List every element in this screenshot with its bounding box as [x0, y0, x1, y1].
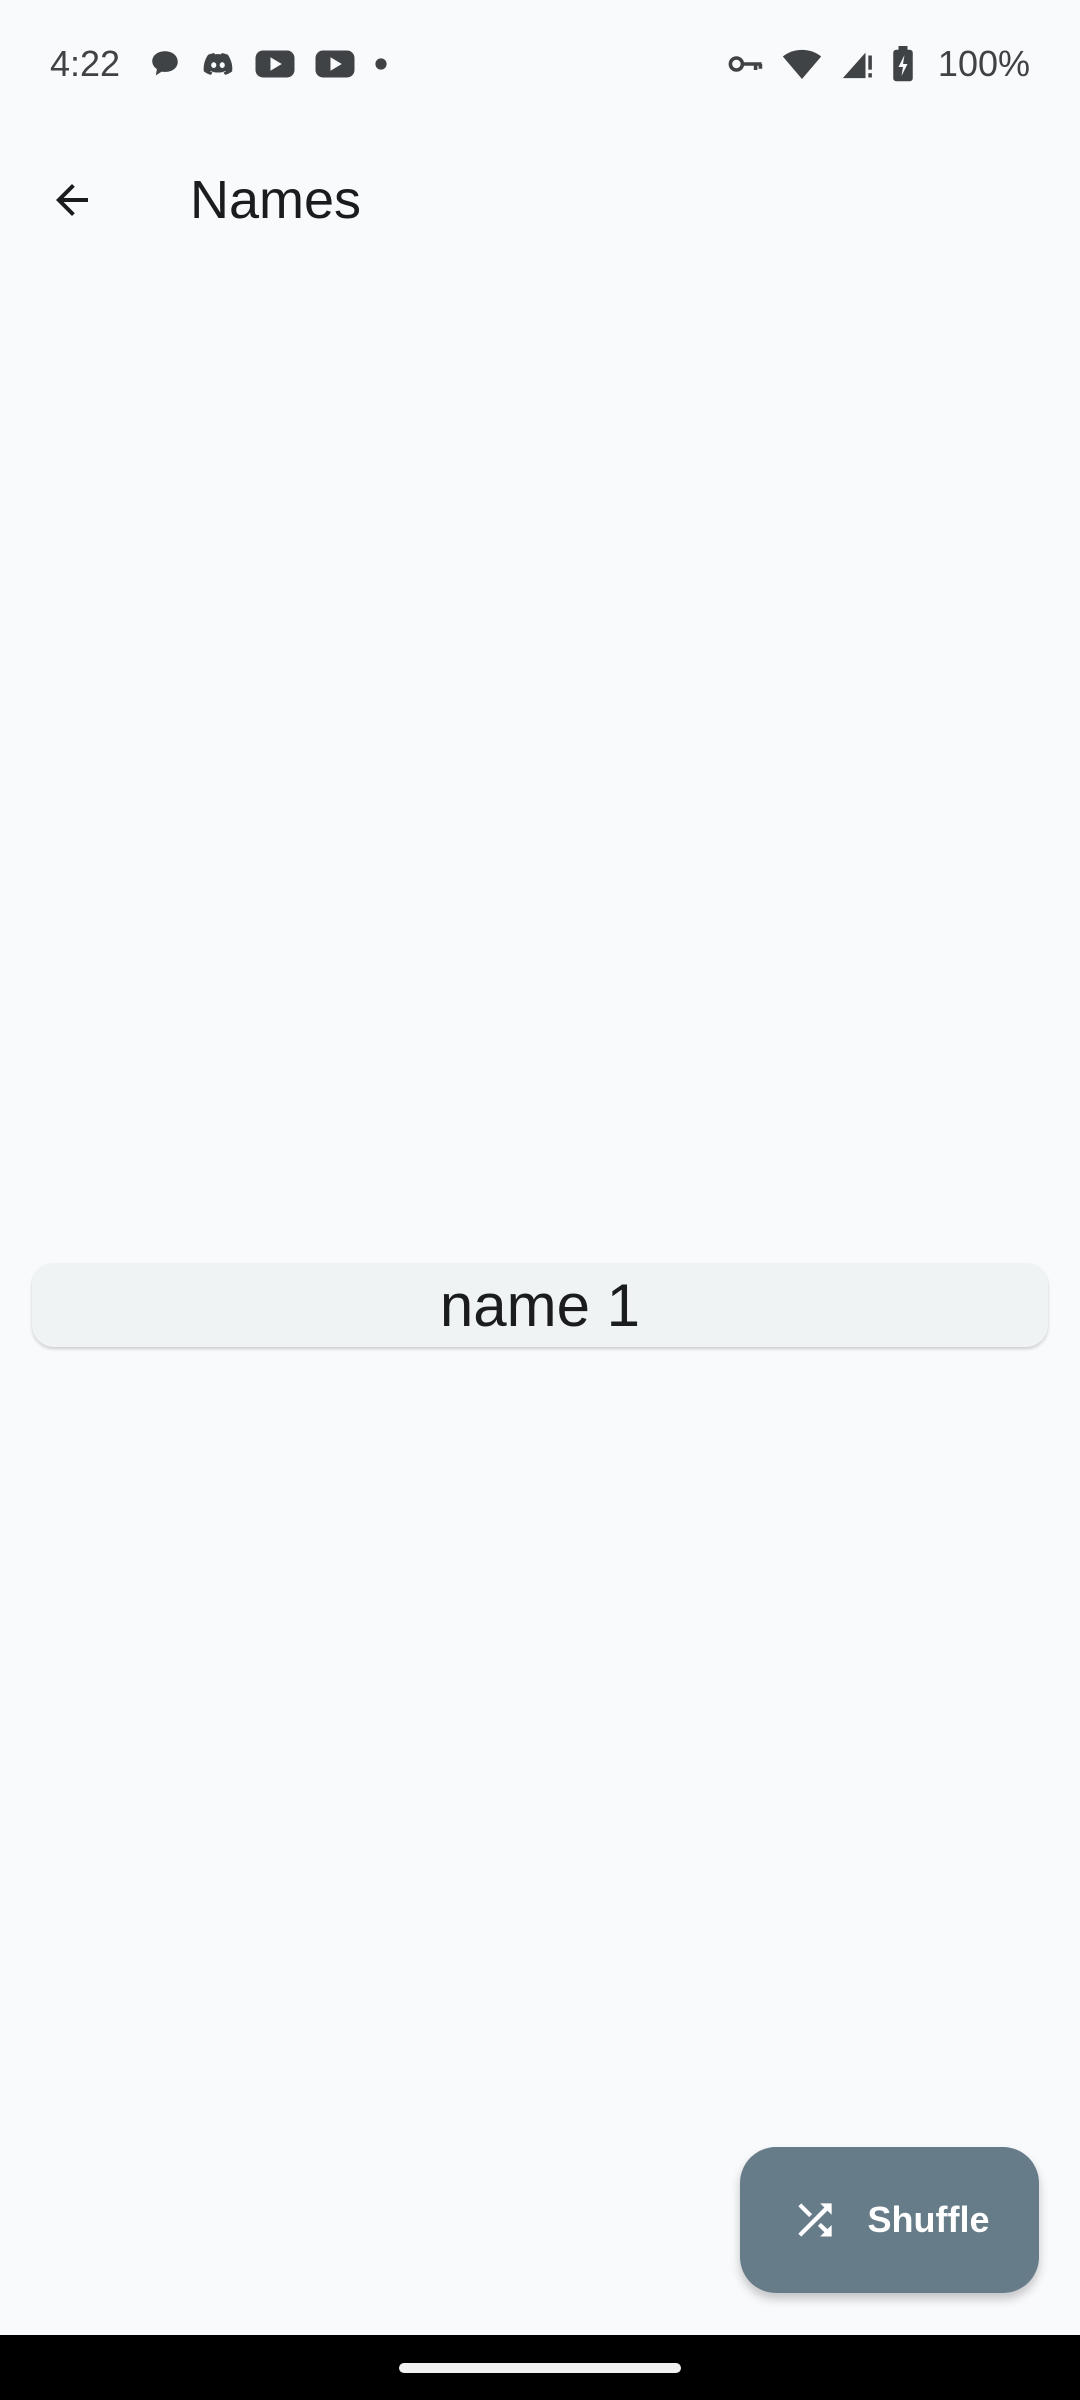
wifi-icon	[782, 47, 822, 81]
screen: 4:22 100% Names name 1 Shuffle	[0, 0, 1080, 2400]
battery-charging-icon	[892, 46, 914, 82]
page-title: Names	[190, 170, 362, 230]
chat-bubble-icon	[148, 47, 182, 81]
youtube-icon	[254, 47, 296, 81]
home-gesture-handle[interactable]	[399, 2362, 681, 2373]
vpn-key-icon	[728, 52, 764, 76]
cellular-signal-icon	[840, 47, 874, 81]
app-bar: Names	[0, 128, 1080, 272]
list-item[interactable]: name 1	[32, 1263, 1048, 1347]
back-button[interactable]	[24, 152, 120, 248]
discord-icon	[200, 47, 236, 81]
shuffle-button[interactable]: Shuffle	[740, 2147, 1039, 2293]
status-time: 4:22	[50, 43, 121, 84]
navigation-bar	[0, 2335, 1080, 2400]
arrow-back-icon	[56, 184, 88, 216]
dot-icon	[374, 57, 388, 71]
shuffle-icon	[790, 2195, 840, 2245]
status-bar: 4:22 100%	[0, 0, 1080, 128]
youtube-icon	[314, 47, 356, 81]
battery-percentage: 100%	[937, 43, 1030, 84]
list-item-label: name 1	[439, 1271, 641, 1339]
status-right: 100%	[728, 43, 1030, 85]
shuffle-label: Shuffle	[867, 2199, 990, 2240]
status-left: 4:22	[50, 43, 406, 85]
